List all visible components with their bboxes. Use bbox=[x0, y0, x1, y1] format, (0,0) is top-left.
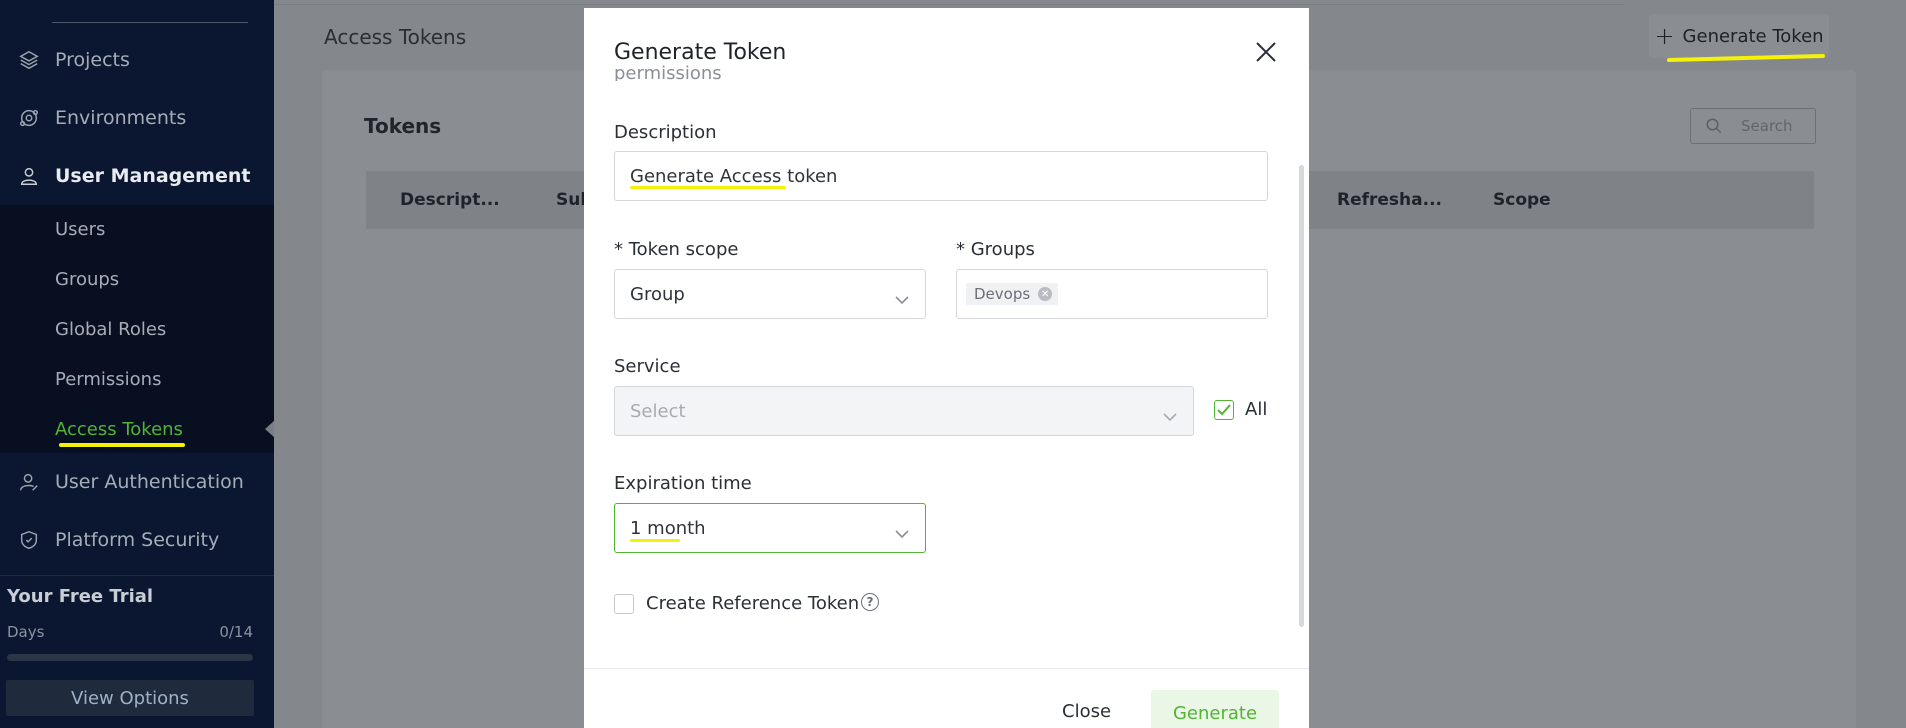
column-header[interactable]: Scope bbox=[1493, 190, 1551, 210]
all-checkbox[interactable] bbox=[1214, 400, 1234, 420]
token-scope-value: Group bbox=[630, 283, 685, 305]
service-label: Service bbox=[614, 356, 681, 377]
generate-button[interactable]: Generate bbox=[1151, 690, 1279, 728]
sidebar: Projects Environments User Management Us… bbox=[0, 0, 275, 728]
shield-icon bbox=[14, 525, 44, 555]
sidebar-item-environments[interactable]: Environments bbox=[0, 103, 274, 133]
annotation-underline bbox=[59, 443, 185, 447]
trial-title: Your Free Trial bbox=[7, 586, 154, 607]
search-icon bbox=[1705, 117, 1723, 135]
user-management-submenu: Users Groups Global Roles Permissions Ac… bbox=[0, 205, 274, 453]
sidebar-item-users[interactable]: Users bbox=[55, 219, 105, 240]
all-label: All bbox=[1245, 399, 1268, 420]
service-placeholder: Select bbox=[630, 400, 686, 422]
description-value: Generate Access token bbox=[630, 165, 838, 187]
sidebar-item-projects[interactable]: Projects bbox=[0, 45, 274, 75]
description-field[interactable]: Generate Access token bbox=[614, 151, 1268, 201]
layers-icon bbox=[14, 45, 44, 75]
chevron-down-icon bbox=[1163, 406, 1177, 427]
remove-tag-icon[interactable]: ✕ bbox=[1038, 287, 1053, 301]
trial-days-label: Days bbox=[7, 623, 45, 641]
generate-token-modal: permissions Generate Token Description G… bbox=[584, 8, 1309, 728]
search-placeholder: Search bbox=[1741, 117, 1793, 135]
column-header[interactable]: Descript... bbox=[400, 190, 500, 210]
token-scope-select[interactable]: Group bbox=[614, 269, 926, 319]
token-scope-label: * Token scope bbox=[614, 239, 739, 260]
description-label: Description bbox=[614, 122, 717, 143]
view-options-button[interactable]: View Options bbox=[6, 680, 254, 716]
close-icon[interactable] bbox=[1252, 38, 1280, 66]
sidebar-divider bbox=[0, 575, 274, 576]
sidebar-item-access-tokens[interactable]: Access Tokens bbox=[55, 419, 183, 440]
chevron-down-icon bbox=[895, 289, 909, 310]
sidebar-item-global-roles[interactable]: Global Roles bbox=[55, 319, 166, 340]
trial-progress-bar bbox=[7, 654, 253, 661]
chevron-down-icon bbox=[895, 523, 909, 544]
sidebar-item-permissions[interactable]: Permissions bbox=[55, 369, 161, 390]
search-input[interactable]: Search bbox=[1690, 108, 1816, 144]
annotation-underline bbox=[630, 186, 786, 189]
sidebar-item-label: User Authentication bbox=[55, 471, 244, 493]
sidebar-item-user-authentication[interactable]: User Authentication bbox=[0, 467, 274, 497]
group-tag: Devops ✕ bbox=[966, 283, 1059, 305]
group-tag-label: Devops bbox=[974, 285, 1031, 303]
sidebar-item-platform-security[interactable]: Platform Security bbox=[0, 525, 274, 555]
annotation-underline bbox=[630, 539, 680, 542]
sidebar-item-label: Environments bbox=[55, 107, 187, 129]
groups-select[interactable]: Devops ✕ bbox=[956, 269, 1268, 319]
user-auth-icon bbox=[14, 467, 44, 497]
service-select[interactable]: Select bbox=[614, 386, 1194, 436]
expiration-value: 1 month bbox=[630, 517, 706, 539]
plus-icon: + bbox=[1654, 22, 1675, 50]
sidebar-item-label: Projects bbox=[55, 49, 130, 71]
reference-token-label: Create Reference Token bbox=[646, 593, 860, 614]
page-title: Access Tokens bbox=[324, 25, 467, 49]
tokens-title: Tokens bbox=[364, 114, 442, 138]
help-icon[interactable]: ? bbox=[861, 593, 879, 611]
sidebar-item-label: User Management bbox=[55, 165, 251, 187]
generate-token-label: Generate Token bbox=[1682, 25, 1824, 47]
sidebar-item-label: Platform Security bbox=[55, 529, 220, 551]
close-button[interactable]: Close bbox=[1062, 701, 1111, 722]
footer-divider bbox=[584, 668, 1309, 669]
column-header[interactable]: Refresha... bbox=[1337, 190, 1442, 210]
environments-icon bbox=[14, 103, 44, 133]
header-divider bbox=[274, 4, 1625, 5]
expiration-label: Expiration time bbox=[614, 473, 752, 494]
sidebar-divider bbox=[52, 22, 248, 23]
groups-label: * Groups bbox=[956, 239, 1035, 260]
reference-token-checkbox[interactable] bbox=[614, 594, 634, 614]
modal-title: Generate Token bbox=[614, 40, 787, 65]
sidebar-item-groups[interactable]: Groups bbox=[55, 269, 119, 290]
modal-scrollbar[interactable] bbox=[1299, 165, 1304, 627]
generate-token-button[interactable]: + Generate Token bbox=[1649, 14, 1829, 58]
user-icon bbox=[14, 161, 44, 191]
trial-days-count: 0/14 bbox=[219, 623, 253, 641]
expiration-select[interactable]: 1 month bbox=[614, 503, 926, 553]
sidebar-item-user-management[interactable]: User Management bbox=[0, 161, 274, 191]
